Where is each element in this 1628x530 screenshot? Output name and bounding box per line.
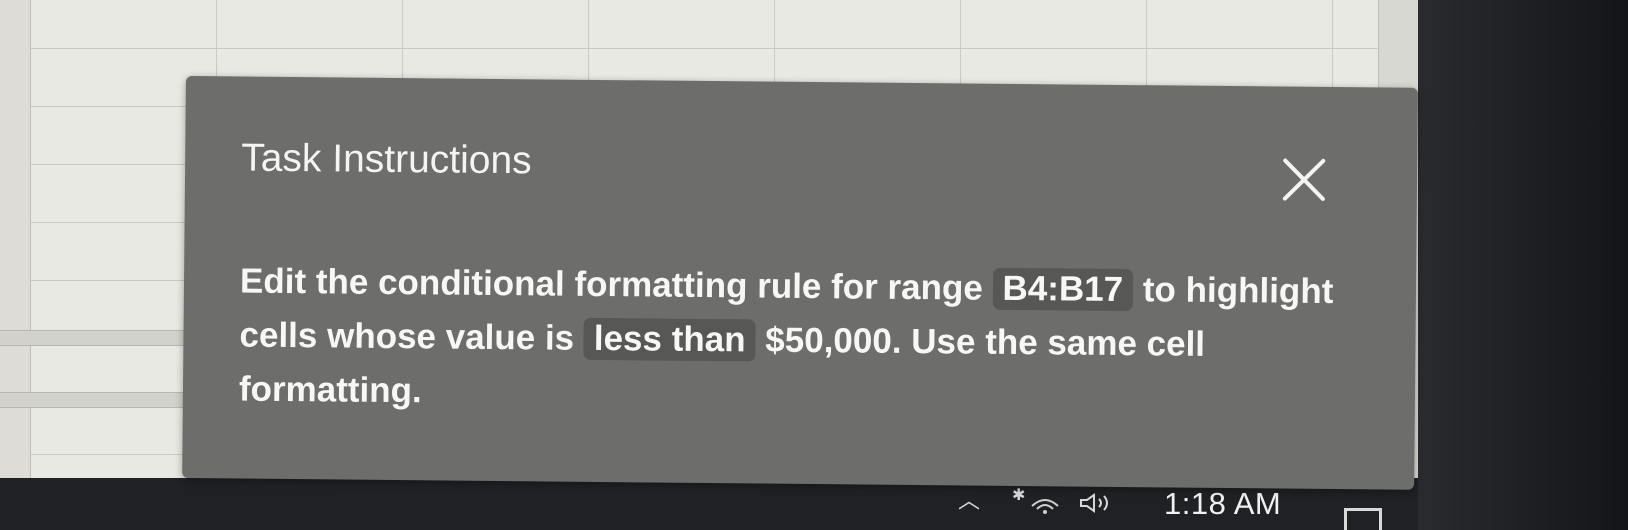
close-icon[interactable] xyxy=(1279,154,1329,204)
task-instructions-dialog: Task Instructions Edit the conditional f… xyxy=(182,76,1418,490)
condition-chip: less than xyxy=(583,317,756,362)
wifi-icon[interactable] xyxy=(1030,494,1060,514)
sheet-divider xyxy=(0,392,200,408)
sheet-divider xyxy=(0,330,200,346)
volume-icon[interactable] xyxy=(1078,492,1116,514)
instruction-text: Edit the conditional formatting rule for… xyxy=(239,255,1351,428)
instruction-text-part: Edit the conditional formatting rule for… xyxy=(239,261,993,308)
dialog-title: Task Instructions xyxy=(241,136,532,183)
range-chip: B4:B17 xyxy=(992,267,1134,312)
taskbar-clock[interactable]: 1:18 AM xyxy=(1164,488,1281,520)
monitor-bezel xyxy=(1418,0,1628,530)
chevron-up-icon[interactable]: ︿ xyxy=(958,490,980,512)
notification-icon[interactable] xyxy=(1344,508,1382,530)
screen: ︿ ✱ 1:18 AM Task Instructions Edit the c… xyxy=(0,0,1628,530)
bluetooth-icon[interactable]: ✱ xyxy=(1012,488,1025,504)
